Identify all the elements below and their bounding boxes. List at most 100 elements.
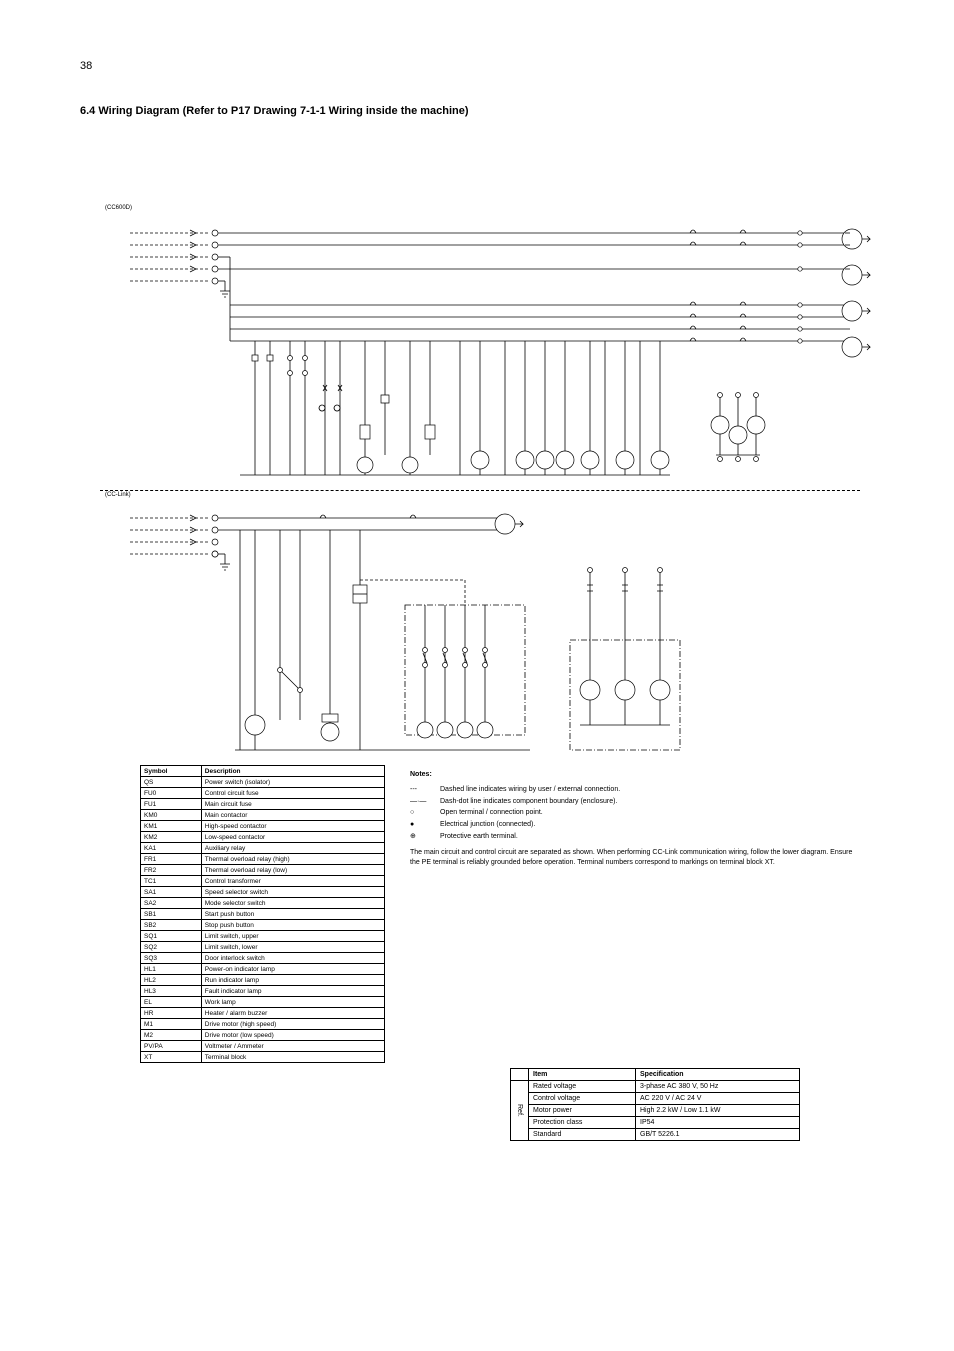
legend-desc: Power-on indicator lamp [201,964,384,975]
legend-row: FU1Main circuit fuse [141,799,385,810]
legend-desc: Drive motor (low speed) [201,1030,384,1041]
legend-desc: Mode selector switch [201,898,384,909]
legend-symbol: SA1 [141,887,202,898]
legend-desc: High-speed contactor [201,821,384,832]
ref-item: Control voltage [529,1093,636,1105]
legend-symbol: SB1 [141,909,202,920]
label-cclink: (CC-Link) [105,492,131,498]
legend-symbol: HL2 [141,975,202,986]
legend-desc: Limit switch, upper [201,931,384,942]
legend-desc: Limit switch, lower [201,942,384,953]
diagram-separator [100,490,860,491]
legend-symbol: SA2 [141,898,202,909]
legend-desc: Door interlock switch [201,953,384,964]
ref-item: Protection class [529,1117,636,1129]
legend-symbol: FU0 [141,788,202,799]
legend-row: TC1Control transformer [141,876,385,887]
legend-symbol: QS [141,777,202,788]
note-text: Dashed line indicates wiring by user / e… [440,785,620,795]
legend-symbol: KM1 [141,821,202,832]
legend-row: XTTerminal block [141,1052,385,1063]
legend-symbol: FU1 [141,799,202,810]
legend-row: HL2Run indicator lamp [141,975,385,986]
legend-symbol: HR [141,1008,202,1019]
legend-desc: Thermal overload relay (low) [201,865,384,876]
legend-header-symbol: Symbol [141,766,202,777]
legend-desc: Stop push button [201,920,384,931]
legend-symbol: HL3 [141,986,202,997]
ref-row: Protection classIP54 [511,1117,800,1129]
legend-row: M1Drive motor (high speed) [141,1019,385,1030]
legend-desc: Main contactor [201,810,384,821]
legend-symbol: KA1 [141,843,202,854]
legend-row: SB1Start push button [141,909,385,920]
ref-header-blank [511,1069,529,1081]
legend-row: FR1Thermal overload relay (high) [141,854,385,865]
note-symbol: —·— [410,797,440,807]
legend-row: FU0Control circuit fuse [141,788,385,799]
note-text: Protective earth terminal. [440,832,518,842]
legend-row: KA1Auxiliary relay [141,843,385,854]
legend-symbol: PV/PA [141,1041,202,1052]
ref-item: Rated voltage [529,1081,636,1093]
legend-desc: Voltmeter / Ammeter [201,1041,384,1052]
legend-row: SB2Stop push button [141,920,385,931]
legend-row: HL1Power-on indicator lamp [141,964,385,975]
legend-symbol: FR1 [141,854,202,865]
legend-symbol: FR2 [141,865,202,876]
note-item: ●Electrical junction (connected). [410,820,860,830]
note-item: ○Open terminal / connection point. [410,808,860,818]
legend-row: SQ3Door interlock switch [141,953,385,964]
ref-row: Ref.Rated voltage3-phase AC 380 V, 50 Hz [511,1081,800,1093]
legend-symbol: KM0 [141,810,202,821]
legend-desc: Control transformer [201,876,384,887]
legend-row: M2Drive motor (low speed) [141,1030,385,1041]
wiring-diagram-lower: (CC-Link) [130,510,690,760]
legend-symbol: KM2 [141,832,202,843]
ref-spec: AC 220 V / AC 24 V [636,1093,800,1105]
legend-row: KM2Low-speed contactor [141,832,385,843]
legend-desc: Start push button [201,909,384,920]
legend-symbol: SQ3 [141,953,202,964]
legend-symbol: SQ1 [141,931,202,942]
legend-table: Symbol Description QSPower switch (isola… [140,765,385,1063]
legend-desc: Terminal block [201,1052,384,1063]
legend-desc: Main circuit fuse [201,799,384,810]
legend-desc: Thermal overload relay (high) [201,854,384,865]
note-symbol: --- [410,785,440,795]
legend-desc: Power switch (isolator) [201,777,384,788]
legend-row: FR2Thermal overload relay (low) [141,865,385,876]
legend-symbol: M1 [141,1019,202,1030]
legend-row: KM0Main contactor [141,810,385,821]
ref-header-spec: Specification [636,1069,800,1081]
legend-row: SA2Mode selector switch [141,898,385,909]
note-text: Electrical junction (connected). [440,820,535,830]
note-item: —·—Dash-dot line indicates component bou… [410,797,860,807]
legend-row: HL3Fault indicator lamp [141,986,385,997]
legend-symbol: XT [141,1052,202,1063]
legend-row: KM1High-speed contactor [141,821,385,832]
legend-row: SA1Speed selector switch [141,887,385,898]
ref-spec: 3-phase AC 380 V, 50 Hz [636,1081,800,1093]
legend-row: HRHeater / alarm buzzer [141,1008,385,1019]
ref-spec: High 2.2 kW / Low 1.1 kW [636,1105,800,1117]
legend-row: PV/PAVoltmeter / Ammeter [141,1041,385,1052]
ref-item: Motor power [529,1105,636,1117]
page-number: 38 [80,60,92,72]
legend-desc: Drive motor (high speed) [201,1019,384,1030]
ref-spec: GB/T 5226.1 [636,1129,800,1141]
legend-desc: Run indicator lamp [201,975,384,986]
section-title: 6.4 Wiring Diagram (Refer to P17 Drawing… [80,105,469,117]
wiring-diagram-upper: (CC600D) [130,225,870,485]
legend-symbol: HL1 [141,964,202,975]
note-text: Dash-dot line indicates component bounda… [440,797,617,807]
legend-desc: Auxiliary relay [201,843,384,854]
note-text: Open terminal / connection point. [440,808,543,818]
notes-block: Notes: ---Dashed line indicates wiring b… [410,770,860,872]
label-cc600d: (CC600D) [105,205,132,211]
legend-symbol: TC1 [141,876,202,887]
legend-desc: Control circuit fuse [201,788,384,799]
legend-row: ELWork lamp [141,997,385,1008]
legend-header-desc: Description [201,766,384,777]
note-symbol: ⊕ [410,832,440,842]
